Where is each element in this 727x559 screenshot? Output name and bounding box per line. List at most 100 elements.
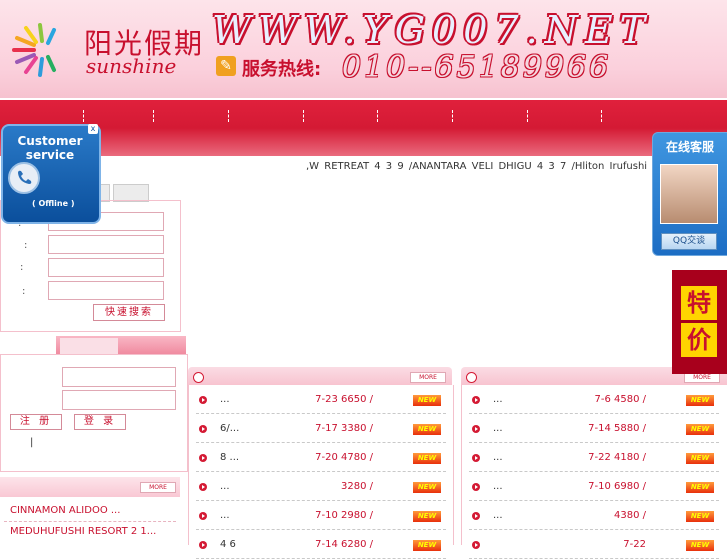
deal-title[interactable]: ... xyxy=(493,394,503,405)
login-tab[interactable] xyxy=(0,336,56,354)
new-badge: NEW xyxy=(413,540,441,551)
login-tab[interactable] xyxy=(60,338,118,354)
deal-price: 7-22 4180 / xyxy=(588,452,646,463)
new-badge: NEW xyxy=(413,511,441,522)
special-char: 价 xyxy=(681,323,717,357)
deal-title[interactable]: ... xyxy=(493,481,503,492)
pencil-icon: ✎ xyxy=(216,56,236,76)
close-icon[interactable]: x xyxy=(88,124,98,134)
row-divider xyxy=(196,442,446,443)
deal-price: 7-17 3380 / xyxy=(315,423,373,434)
customer-service-status: ( Offline ) xyxy=(32,199,75,208)
search-label: : xyxy=(22,286,26,297)
nav-separator xyxy=(452,110,454,122)
arrow-bullet-icon xyxy=(472,454,480,462)
hotel-item[interactable]: CINNAMON ALIDOO ... xyxy=(10,505,120,516)
customer-service-title: Customer service xyxy=(17,134,83,162)
deal-title[interactable]: ... xyxy=(220,481,230,492)
new-badge: NEW xyxy=(413,453,441,464)
arrow-bullet-icon xyxy=(472,512,480,520)
new-badge: NEW xyxy=(686,424,714,435)
deal-price: 7-14 5880 / xyxy=(588,423,646,434)
arrow-bullet-icon xyxy=(199,541,207,549)
row-divider xyxy=(469,413,719,414)
site-url: WWW.YG007.NET xyxy=(212,8,652,52)
new-badge: NEW xyxy=(413,482,441,493)
deal-price: 7-10 2980 / xyxy=(315,510,373,521)
nav-separator xyxy=(601,110,603,122)
new-badge: NEW xyxy=(686,482,714,493)
search-input[interactable] xyxy=(48,281,164,300)
hotel-item[interactable]: MEDUHUFUSHI RESORT 2 1... xyxy=(10,526,156,537)
arrow-bullet-icon xyxy=(472,483,480,491)
new-badge: NEW xyxy=(686,453,714,464)
deal-price: 3280 / xyxy=(341,481,373,492)
deal-price: 7-10 6980 / xyxy=(588,481,646,492)
search-label: : xyxy=(24,240,28,251)
service-agent-avatar xyxy=(660,164,718,224)
arrow-bullet-icon xyxy=(199,396,207,404)
deal-title[interactable]: ... xyxy=(493,510,503,521)
deal-title[interactable]: ... xyxy=(493,452,503,463)
deal-title[interactable]: ... xyxy=(220,394,230,405)
arrow-bullet-icon xyxy=(472,425,480,433)
panel-bullet-icon xyxy=(466,372,477,383)
row-divider xyxy=(469,500,719,501)
deal-price: 7-6 4580 / xyxy=(594,394,646,405)
special-char: 特 xyxy=(681,286,717,320)
ticker-text[interactable]: ,W RETREAT 4 3 9 /ANANTARA VELI DHIGU 4 … xyxy=(306,161,647,172)
arrow-bullet-icon xyxy=(199,425,207,433)
nav-separator xyxy=(83,110,85,122)
row-divider xyxy=(196,500,446,501)
register-button[interactable]: 注 册 xyxy=(10,414,62,430)
online-service-title: 在线客服 xyxy=(665,140,714,154)
search-input[interactable] xyxy=(48,235,164,254)
deal-title[interactable]: ... xyxy=(220,510,230,521)
arrow-bullet-icon xyxy=(472,396,480,404)
nav-separator xyxy=(228,110,230,122)
search-input[interactable] xyxy=(48,258,164,277)
new-badge: NEW xyxy=(686,395,714,406)
password-input[interactable] xyxy=(62,390,176,410)
row-divider xyxy=(196,529,446,530)
logo-english-name: sunshine xyxy=(86,54,177,78)
sun-logo-icon xyxy=(12,23,56,77)
nav-separator xyxy=(527,110,529,122)
new-badge: NEW xyxy=(413,424,441,435)
deal-title[interactable]: 8 ... xyxy=(220,452,239,463)
deals-more-button[interactable]: MORE xyxy=(410,372,446,383)
row-divider xyxy=(196,471,446,472)
new-badge: NEW xyxy=(686,511,714,522)
deal-price: 4380 / xyxy=(614,510,646,521)
deal-price: 7-23 6650 / xyxy=(315,394,373,405)
arrow-bullet-icon xyxy=(199,483,207,491)
nav-separator xyxy=(303,110,305,122)
deal-price: 7-20 4780 / xyxy=(315,452,373,463)
nav-separator xyxy=(377,110,379,122)
hotel-more-button[interactable]: MORE xyxy=(140,482,176,493)
quick-search-button[interactable]: 快速搜索 xyxy=(93,304,165,321)
row-divider xyxy=(469,529,719,530)
new-badge: NEW xyxy=(686,540,714,551)
new-badge: NEW xyxy=(413,395,441,406)
deal-title[interactable]: 6/... xyxy=(220,423,239,434)
username-input[interactable] xyxy=(62,367,176,387)
row-divider xyxy=(469,442,719,443)
nav-separator xyxy=(153,110,155,122)
main-nav-bar[interactable] xyxy=(0,100,727,156)
row-divider xyxy=(196,413,446,414)
qq-chat-button[interactable]: QQ交谈 xyxy=(661,233,717,250)
panel-bullet-icon xyxy=(193,372,204,383)
phone-icon xyxy=(8,162,40,194)
arrow-bullet-icon xyxy=(199,512,207,520)
deal-title[interactable]: ... xyxy=(493,423,503,434)
arrow-bullet-icon xyxy=(472,541,480,549)
hotline-label: 服务热线: xyxy=(242,59,322,80)
login-button[interactable]: 登 录 xyxy=(74,414,126,430)
search-label: : xyxy=(20,262,24,273)
row-divider xyxy=(469,471,719,472)
divider xyxy=(4,521,176,522)
hotline-number: 010--65189966 xyxy=(342,50,612,85)
arrow-bullet-icon xyxy=(199,454,207,462)
login-separator: | xyxy=(30,437,34,448)
